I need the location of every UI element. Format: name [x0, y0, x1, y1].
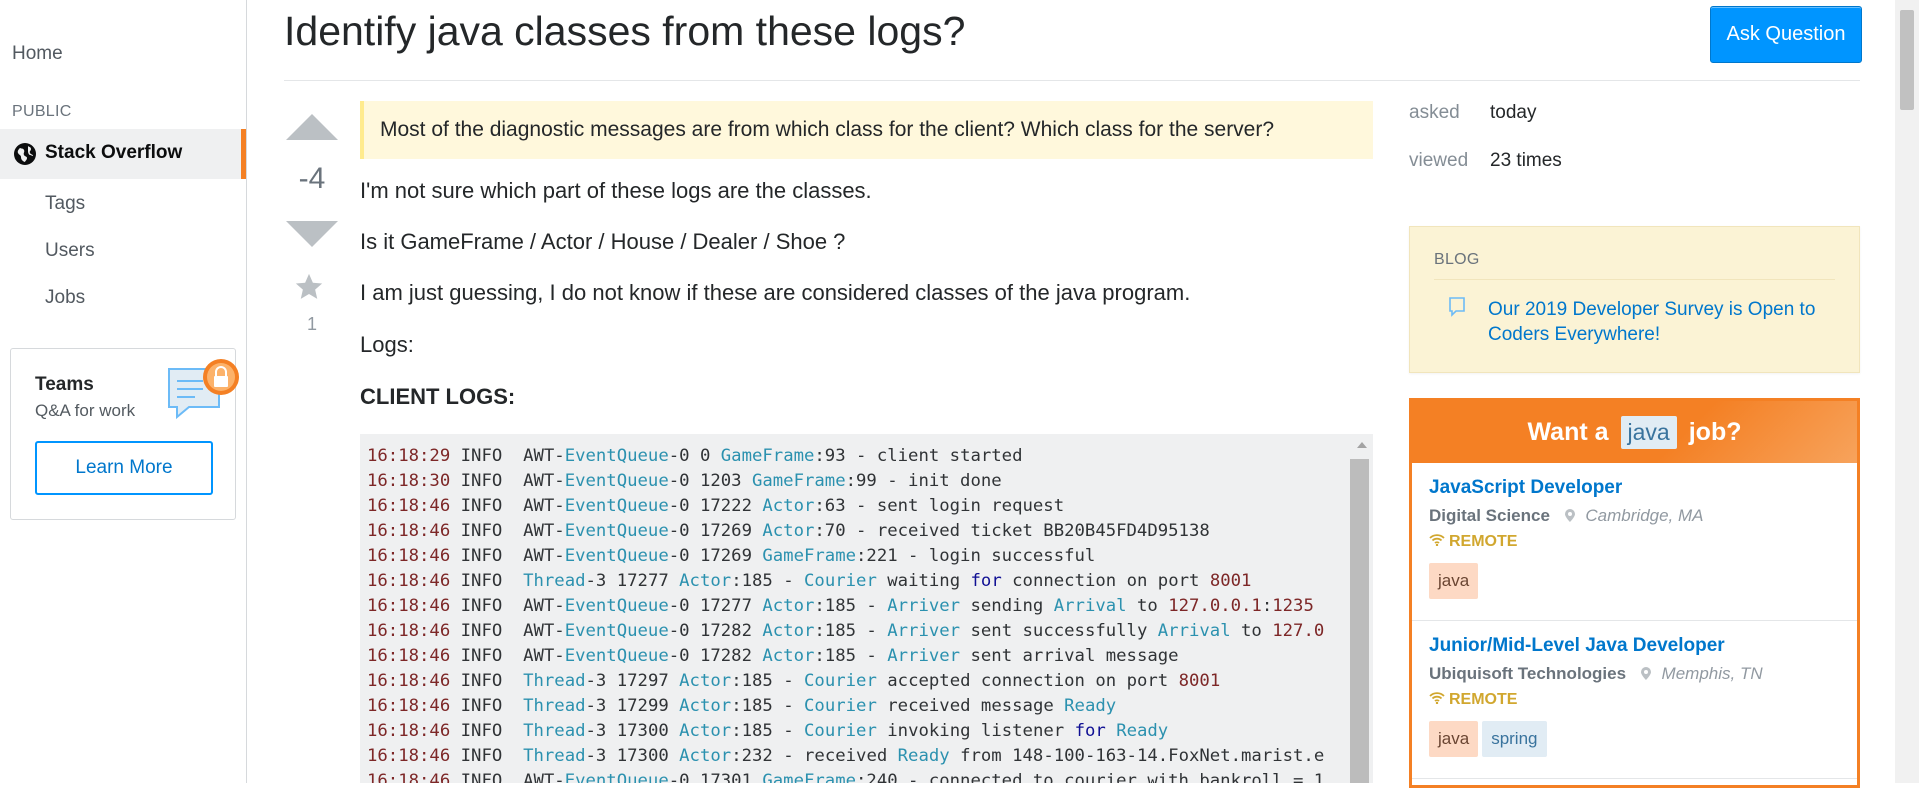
teams-subtitle: Q&A for work [35, 401, 136, 420]
page-scrollbar[interactable] [1895, 0, 1919, 783]
post-paragraph: Logs: [360, 332, 414, 357]
nav-stack-overflow-label: Stack Overflow [45, 142, 183, 163]
globe-icon [14, 143, 36, 165]
job-title-link[interactable]: JavaScript Developer [1429, 477, 1622, 499]
left-sidebar: Home PUBLIC Stack Overflow Tags Users Jo… [0, 0, 247, 783]
viewed-label: viewed [1409, 150, 1469, 171]
jobs-header[interactable]: Want a java job? [1412, 401, 1857, 463]
blog-widget: BLOG Our 2019 Developer Survey is Open t… [1409, 226, 1860, 373]
jobs-header-tag: java [1620, 415, 1677, 449]
job-tag[interactable]: java [1429, 721, 1479, 757]
favorite-count: 1 [306, 314, 317, 334]
nav-tags-link[interactable]: Tags [45, 193, 85, 215]
job-company-name: Ubiquisoft Technologies [1429, 664, 1627, 683]
job-title-link[interactable]: Junior/Mid-Level Java Developer [1429, 635, 1725, 657]
job-remote-label: REMOTE [1449, 533, 1518, 550]
code-line: 16:18:29 INFO AWT-EventQueue-0 0 GameFra… [367, 446, 1023, 466]
blog-heading: BLOG [1434, 251, 1480, 268]
downvote-arrow-icon[interactable] [286, 221, 338, 247]
learn-more-button[interactable]: Learn More [35, 441, 213, 495]
nav-stack-overflow-link[interactable]: Stack Overflow [0, 129, 246, 179]
job-location: Cambridge, MA [1585, 506, 1704, 525]
code-line: 16:18:46 INFO Thread-3 17299 Actor:185 -… [367, 696, 1117, 716]
job-remote-label: REMOTE [1449, 691, 1518, 708]
job-company: Digital Science Cambridge, MA [1429, 506, 1704, 526]
job-location: Memphis, TN [1661, 664, 1763, 683]
blog-divider [1434, 279, 1835, 280]
vote-count: -4 [298, 162, 326, 195]
code-line: 16:18:46 INFO AWT-EventQueue-0 17277 Act… [367, 596, 1314, 616]
code-block[interactable]: 16:18:29 INFO AWT-EventQueue-0 0 GameFra… [360, 434, 1373, 783]
post-paragraph: I am just guessing, I do not know if the… [360, 280, 1191, 305]
question-title[interactable]: Identify java classes from these logs? [284, 8, 965, 55]
job-tags: java spring [1429, 721, 1547, 757]
code-line: 16:18:46 INFO Thread-3 17300 Actor:232 -… [367, 746, 1325, 766]
teams-title: Teams [35, 374, 94, 395]
header-divider [284, 80, 1860, 81]
job-listing[interactable]: JavaScript Developer Digital Science Cam… [1412, 463, 1857, 621]
post-paragraph: I'm not sure which part of these logs ar… [360, 178, 872, 203]
code-line: 16:18:46 INFO Thread-3 17300 Actor:185 -… [367, 721, 1169, 741]
post-subheading: CLIENT LOGS: [360, 384, 516, 409]
code-line: 16:18:46 INFO Thread-3 17297 Actor:185 -… [367, 671, 1221, 691]
teams-chat-lock-icon [168, 359, 239, 420]
code-line: 16:18:46 INFO AWT-EventQueue-0 17282 Act… [367, 646, 1179, 666]
job-tag[interactable]: java [1429, 563, 1479, 599]
location-pin-icon [1564, 509, 1575, 522]
code-line: 16:18:46 INFO Thread-3 17277 Actor:185 -… [367, 571, 1252, 591]
asked-value[interactable]: today [1490, 102, 1536, 124]
jobs-header-suffix: job? [1688, 417, 1742, 446]
job-company-name: Digital Science [1429, 506, 1550, 525]
nav-home-link[interactable]: Home [12, 43, 63, 65]
code-line: 16:18:46 INFO AWT-EventQueue-0 17269 Gam… [367, 546, 1096, 566]
job-company: Ubiquisoft Technologies Memphis, TN [1429, 664, 1763, 684]
code-scrollbar[interactable] [1350, 434, 1373, 783]
nav-jobs-link[interactable]: Jobs [45, 287, 85, 309]
favorite-star-icon[interactable] [294, 272, 324, 302]
ask-question-button[interactable]: Ask Question [1710, 6, 1862, 63]
speech-bubble-icon [1449, 297, 1465, 317]
code-line: 16:18:46 INFO AWT-EventQueue-0 17222 Act… [367, 496, 1065, 516]
job-listing[interactable]: Junior/Mid-Level Java Developer Ubiquiso… [1412, 621, 1857, 779]
blog-post-link[interactable]: Our 2019 Developer Survey is Open to Cod… [1488, 297, 1838, 347]
post-paragraph: Is it GameFrame / Actor / House / Dealer… [360, 229, 846, 254]
scroll-up-arrow-icon[interactable] [1357, 442, 1367, 448]
job-tags: java [1429, 563, 1479, 599]
wifi-icon [1429, 692, 1445, 704]
nav-public-heading: PUBLIC [12, 103, 72, 120]
code-line: 16:18:46 INFO AWT-EventQueue-0 17282 Act… [367, 621, 1325, 641]
nav-users-link[interactable]: Users [45, 240, 95, 262]
code-log-text: 16:18:29 INFO AWT-EventQueue-0 0 GameFra… [360, 434, 1373, 783]
code-line: 16:18:30 INFO AWT-EventQueue-0 1203 Game… [367, 471, 1002, 491]
code-line: 16:18:46 INFO AWT-EventQueue-0 17301 Gam… [367, 771, 1325, 783]
page-scrollbar-thumb[interactable] [1900, 10, 1914, 110]
wifi-icon [1429, 534, 1445, 546]
job-remote-badge: REMOTE [1429, 533, 1517, 551]
jobs-header-prefix: Want a [1527, 417, 1609, 446]
highlighted-question-quote: Most of the diagnostic messages are from… [360, 101, 1373, 159]
teams-promo: Teams Q&A for work Learn More [10, 348, 239, 520]
code-scrollbar-thumb[interactable] [1350, 459, 1369, 783]
job-remote-badge: REMOTE [1429, 691, 1517, 709]
jobs-widget: Want a java job? JavaScript Developer Di… [1409, 398, 1860, 788]
location-pin-icon [1640, 667, 1651, 680]
job-tag[interactable]: spring [1482, 721, 1547, 757]
upvote-arrow-icon[interactable] [286, 114, 338, 140]
quote-text: Most of the diagnostic messages are from… [380, 118, 1275, 141]
code-line: 16:18:46 INFO AWT-EventQueue-0 17269 Act… [367, 521, 1210, 541]
viewed-value: 23 times [1490, 150, 1562, 171]
asked-label: asked [1409, 102, 1460, 123]
